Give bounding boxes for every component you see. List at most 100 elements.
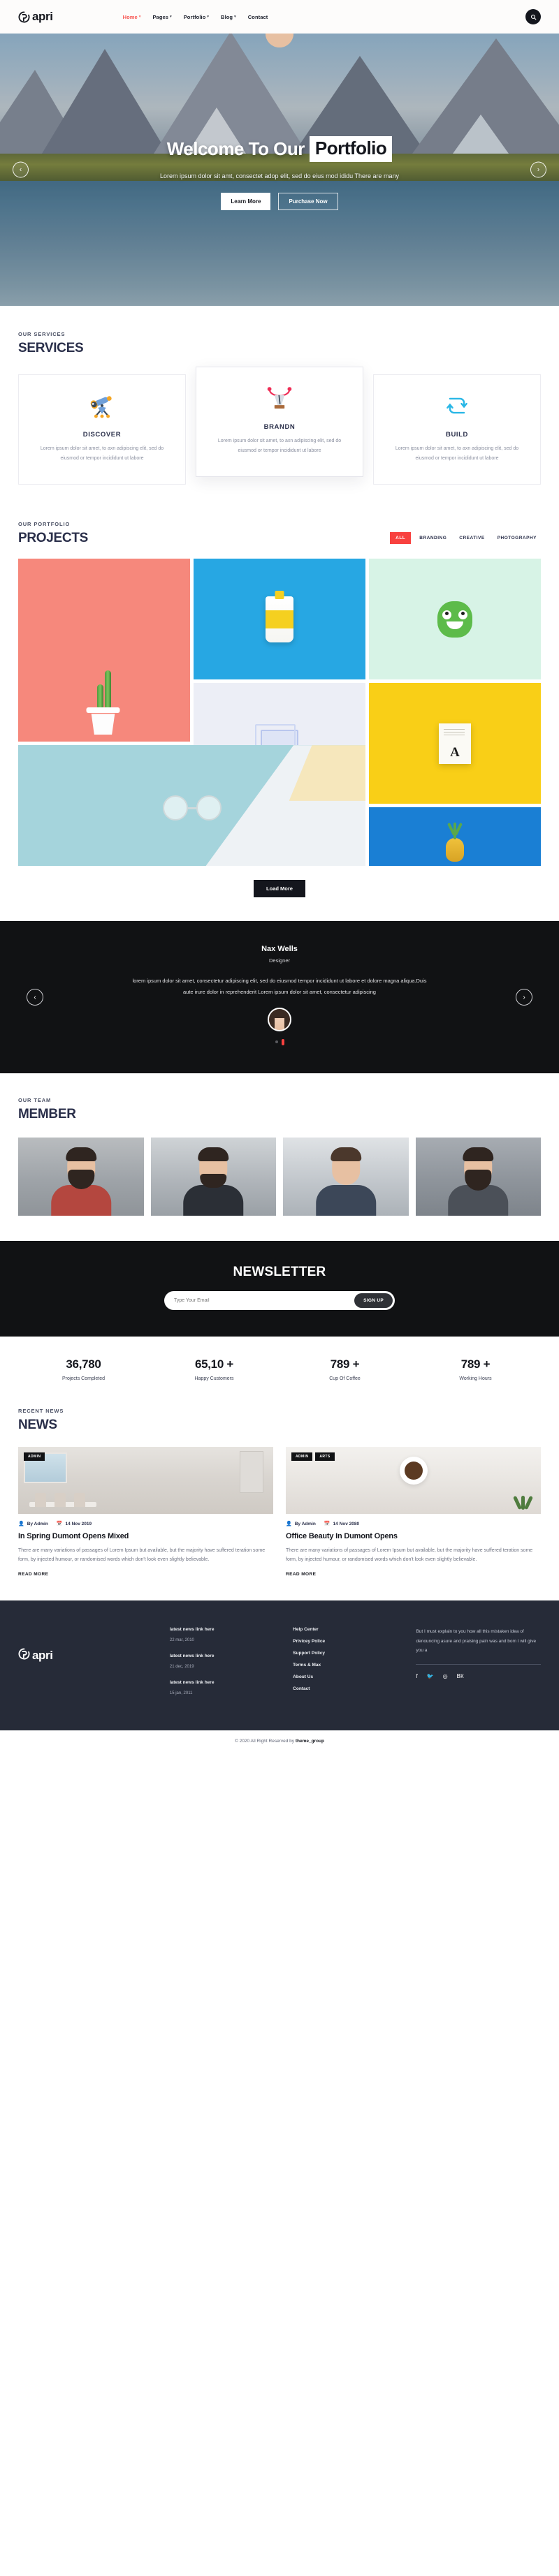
facebook-icon[interactable]: f [416, 1673, 417, 1679]
nav-item-home[interactable]: Home ▾ [123, 14, 141, 20]
team-member-2[interactable] [150, 1137, 276, 1216]
email-field[interactable] [174, 1297, 355, 1303]
filter-photography[interactable]: PHOTOGRAPHY [493, 533, 541, 543]
footer-news-item: latest news link here 15 jan, 2011 [170, 1680, 283, 1698]
team-member-1[interactable] [18, 1137, 144, 1216]
nav-label: Home [122, 13, 138, 20]
pineapple-icon [446, 823, 464, 862]
services-grid: DISCOVER Lorem ipsum dolor sit amet, to … [18, 367, 541, 485]
white-pot [86, 707, 120, 735]
footer-link-help-center[interactable]: Help Center [293, 1627, 406, 1632]
nav-label: Portfolio [183, 13, 206, 20]
testimonial-next-button[interactable]: › [516, 989, 532, 1006]
filter-branding[interactable]: BRANDING [415, 533, 451, 543]
chevron-left-icon: ‹ [34, 993, 36, 1001]
stat-label: Happy Customers [194, 1376, 234, 1381]
news-section: RECENT NEWS NEWS ADMIN 👤 By Admin 📅 14 N… [0, 1399, 559, 1600]
stat-value: 65,10 + [194, 1357, 234, 1371]
date-label: 14 Nov 2019 [65, 1521, 92, 1526]
team-member-3[interactable] [283, 1137, 409, 1216]
team-member-4[interactable] [415, 1137, 541, 1216]
filter-all[interactable]: ALL [390, 532, 412, 545]
read-more-link[interactable]: READ MORE [286, 1572, 541, 1577]
nav-label: Pages [152, 13, 169, 20]
portfolio-header: OUR PORTFOLIO PROJECTS ALL BRANDING CREA… [18, 521, 541, 546]
stat-label: Working Hours [459, 1376, 492, 1381]
footer-news-link[interactable]: latest news link here [170, 1627, 283, 1632]
team-grid [18, 1137, 541, 1216]
services-eyebrow: OUR SERVICES [18, 331, 66, 337]
telescope-icon [86, 389, 118, 422]
portfolio-tile-round-sunglasses[interactable] [18, 745, 365, 867]
footer-news-date: 15 jan, 2011 [169, 1691, 193, 1696]
footer-link-about-us[interactable]: About Us [293, 1675, 406, 1679]
footer-news-date: 21 dec, 2019 [169, 1665, 194, 1670]
signup-button[interactable]: SIGN UP [354, 1293, 393, 1308]
nav-item-blog[interactable]: Blog ▾ [221, 14, 236, 20]
twitter-icon[interactable]: 🐦 [427, 1673, 434, 1679]
service-card[interactable]: DISCOVER Lorem ipsum dolor sit amet, to … [18, 374, 186, 485]
apri-circle-p-logo-icon [18, 10, 30, 23]
vk-icon[interactable]: ВК [457, 1673, 464, 1679]
main-nav: Home ▾ Pages ▾ Portfolio ▾ Blog ▾ Contac… [123, 14, 268, 20]
footer-news-link[interactable]: latest news link here [170, 1654, 283, 1658]
calendar-icon: 📅 [324, 1521, 331, 1526]
testimonial-role: Designer [268, 957, 290, 964]
footer-news-item: latest news link here 22 mar, 2010 [170, 1627, 283, 1644]
stat-item: 65,10 + Happy Customers [149, 1357, 280, 1381]
team-eyebrow: OUR TEAM [18, 1096, 52, 1103]
news-author: 👤 By Admin [18, 1522, 48, 1526]
service-card[interactable]: BUILD Lorem ipsum dolor sit amet, to axn… [373, 374, 541, 485]
newsletter-title: NEWSLETTER [233, 1264, 326, 1279]
portfolio-tile-green-monster-character[interactable] [369, 559, 541, 680]
search-button[interactable] [525, 9, 541, 24]
hero-title: Welcome To Our Portfolio [167, 135, 393, 162]
news-grid: ADMIN 👤 By Admin 📅 14 Nov 2019 In Spring… [18, 1446, 541, 1577]
footer-link-contact[interactable]: Contact [293, 1686, 406, 1691]
service-desc: Lorem ipsum dolor sit amet, to axn adipi… [395, 446, 519, 461]
testimonial-dot-active[interactable] [281, 1038, 284, 1045]
site-logo[interactable]: apri [18, 10, 53, 24]
site-footer: apri Latest News latest news link here 2… [0, 14, 559, 1731]
hero-next-button[interactable]: › [530, 161, 546, 178]
hero-prev-button[interactable]: ‹ [13, 161, 29, 178]
footer-news-link[interactable]: latest news link here [170, 1680, 283, 1685]
portfolio-eyebrow: OUR PORTFOLIO [18, 521, 71, 528]
news-card[interactable]: ADMIN 👤 By Admin 📅 14 Nov 2019 In Spring… [18, 1446, 273, 1577]
nav-item-portfolio[interactable]: Portfolio ▾ [184, 14, 209, 20]
footer-grid: apri Latest News latest news link here 2… [18, 14, 541, 1707]
portfolio-tile-letter-a-book-cover[interactable]: A [369, 683, 541, 804]
footer-logo[interactable]: apri [18, 1648, 160, 1663]
portfolio-tile-blue-pineapple[interactable] [369, 807, 541, 867]
status-badge: ADMIN [24, 1452, 45, 1461]
load-more-button[interactable]: Load More [254, 880, 305, 898]
news-eyebrow: RECENT NEWS [18, 1407, 64, 1414]
nav-item-pages[interactable]: Pages ▾ [152, 14, 171, 20]
testimonial-prev-button[interactable]: ‹ [27, 989, 43, 1006]
read-more-link[interactable]: READ MORE [18, 1572, 273, 1577]
testimonial-dot[interactable] [275, 1040, 278, 1044]
instagram-icon[interactable]: ◎ [443, 1673, 448, 1679]
purchase-now-button[interactable]: Purchase Now [278, 193, 338, 211]
stat-value: 36,780 [66, 1357, 101, 1371]
filter-creative[interactable]: CREATIVE [455, 533, 488, 543]
service-desc: Lorem ipsum dolor sit amet, to axn adipi… [40, 446, 164, 461]
portfolio-grid: A [18, 559, 541, 867]
site-header: apri Home ▾ Pages ▾ Portfolio ▾ Blog ▾ C… [0, 0, 559, 34]
footer-news-item: latest news link here 21 dec, 2019 [170, 1654, 283, 1671]
footer-social-links: f 🐦 ◎ ВК [416, 1673, 541, 1679]
learn-more-button[interactable]: Learn More [221, 193, 271, 211]
pouch-package [266, 590, 293, 642]
newsletter-form: SIGN UP [164, 1290, 395, 1310]
apri-circle-p-logo-icon [18, 1648, 30, 1663]
footer-link-terms-max[interactable]: Terms & Max [293, 1663, 406, 1668]
portfolio-tile-plastic-pouch-product[interactable] [194, 559, 365, 680]
news-card[interactable]: ADMIN ARTS 👤 By Admin 📅 14 Nov 2080 Offi… [286, 1446, 541, 1577]
footer-link-support-policy[interactable]: Support Policy [293, 1651, 406, 1656]
portfolio-tile-cactus-in-white-pot[interactable] [18, 559, 190, 742]
nav-item-contact[interactable]: Contact [248, 14, 268, 20]
service-card[interactable]: BRANDN Lorem ipsum dolor sit amet, to ax… [196, 367, 363, 478]
portfolio-heading-group: OUR PORTFOLIO PROJECTS [18, 521, 88, 546]
testimonial-section: ‹ › Nax Wells Designer lorem ipsum dolor… [0, 921, 559, 1073]
footer-link-privicey-police[interactable]: Privicey Police [293, 1639, 406, 1644]
